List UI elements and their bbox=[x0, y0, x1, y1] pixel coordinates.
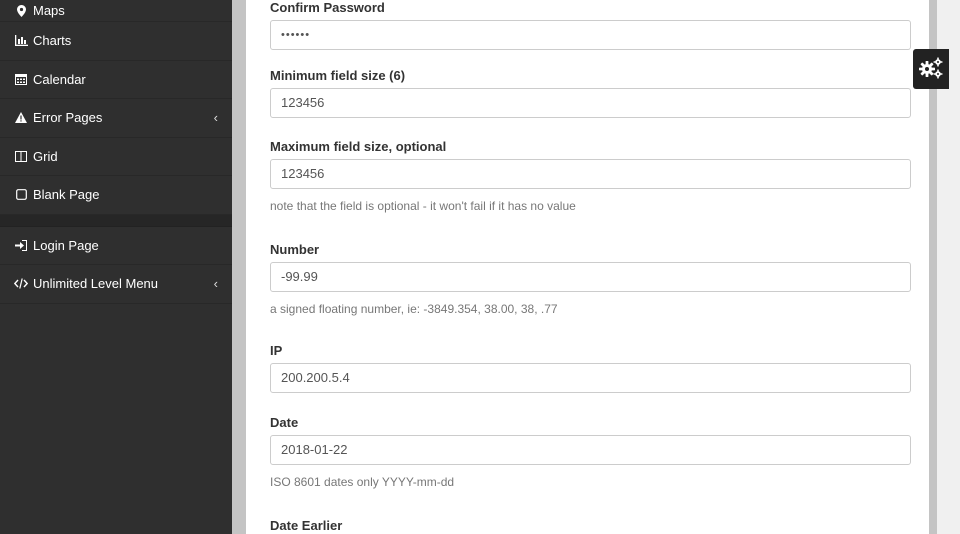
number-help: a signed floating number, ie: -3849.354,… bbox=[270, 302, 558, 316]
sidebar-item-grid[interactable]: Grid bbox=[0, 138, 232, 176]
date-group: Date 2018-01-22 ISO 8601 dates only YYYY… bbox=[270, 415, 911, 489]
menu-divider bbox=[0, 214, 232, 227]
sidebar-item-error-pages[interactable]: Error Pages ‹ bbox=[0, 99, 232, 138]
sidebar-item-label: Calendar bbox=[33, 71, 86, 87]
sidebar-item-label: Login Page bbox=[33, 237, 99, 253]
bar-chart-icon bbox=[14, 35, 28, 47]
confirm-password-group: Confirm Password •••••• bbox=[270, 0, 911, 50]
min-size-group: Minimum field size (6) 123456 bbox=[270, 68, 911, 118]
chevron-left-icon: ‹ bbox=[213, 110, 218, 126]
form-panel: Confirm Password •••••• Minimum field si… bbox=[246, 0, 929, 534]
sidebar-item-label: Charts bbox=[33, 33, 72, 49]
sign-in-icon bbox=[14, 239, 28, 251]
date-label: Date bbox=[270, 415, 299, 430]
settings-toggle-button[interactable] bbox=[913, 49, 949, 89]
sidebar: Maps Charts Calendar Error Pages ‹ Grid … bbox=[0, 0, 232, 534]
square-icon bbox=[14, 189, 28, 201]
min-size-label: Minimum field size (6) bbox=[270, 68, 406, 83]
sidebar-item-login-page[interactable]: Login Page bbox=[0, 227, 232, 265]
sidebar-item-label: Grid bbox=[33, 148, 58, 164]
sidebar-item-label: Error Pages bbox=[33, 110, 103, 126]
date-input[interactable]: 2018-01-22 bbox=[270, 435, 911, 465]
date-earlier-group: Date Earlier bbox=[270, 518, 911, 534]
sidebar-item-blank-page[interactable]: Blank Page bbox=[0, 176, 232, 215]
date-earlier-label: Date Earlier bbox=[270, 518, 343, 533]
confirm-password-label: Confirm Password bbox=[270, 0, 385, 15]
sidebar-item-calendar[interactable]: Calendar bbox=[0, 61, 232, 99]
date-help: ISO 8601 dates only YYYY-mm-dd bbox=[270, 475, 455, 489]
sidebar-item-label: Unlimited Level Menu bbox=[33, 276, 159, 292]
max-size-label: Maximum field size, optional bbox=[270, 139, 447, 154]
columns-icon bbox=[14, 150, 28, 162]
max-size-help: note that the field is optional - it won… bbox=[270, 199, 576, 213]
ip-input[interactable]: 200.200.5.4 bbox=[270, 363, 911, 393]
min-size-input[interactable]: 123456 bbox=[270, 88, 911, 118]
number-input[interactable]: -99.99 bbox=[270, 262, 911, 292]
sidebar-menu-secondary: Login Page Unlimited Level Menu ‹ bbox=[0, 227, 232, 304]
chevron-left-icon: ‹ bbox=[213, 276, 218, 292]
code-icon bbox=[14, 278, 28, 289]
max-size-group: Maximum field size, optional 123456 note… bbox=[270, 139, 911, 213]
sidebar-menu: Maps Charts Calendar Error Pages ‹ Grid … bbox=[0, 0, 232, 215]
ip-group: IP 200.200.5.4 bbox=[270, 343, 911, 393]
gears-icon bbox=[918, 56, 944, 83]
warning-icon bbox=[14, 112, 28, 124]
number-group: Number -99.99 a signed floating number, … bbox=[270, 242, 911, 316]
sidebar-item-charts[interactable]: Charts bbox=[0, 22, 232, 61]
calendar-icon bbox=[14, 73, 28, 86]
sidebar-item-maps[interactable]: Maps bbox=[0, 0, 232, 22]
sidebar-item-label: Blank Page bbox=[33, 187, 100, 203]
map-marker-icon bbox=[14, 4, 28, 17]
ip-label: IP bbox=[270, 343, 283, 358]
sidebar-item-label: Maps bbox=[33, 3, 65, 18]
number-label: Number bbox=[270, 242, 320, 257]
sidebar-item-unlimited-level-menu[interactable]: Unlimited Level Menu ‹ bbox=[0, 265, 232, 304]
max-size-input[interactable]: 123456 bbox=[270, 159, 911, 189]
confirm-password-input[interactable]: •••••• bbox=[270, 20, 911, 50]
left-gutter bbox=[232, 0, 246, 534]
